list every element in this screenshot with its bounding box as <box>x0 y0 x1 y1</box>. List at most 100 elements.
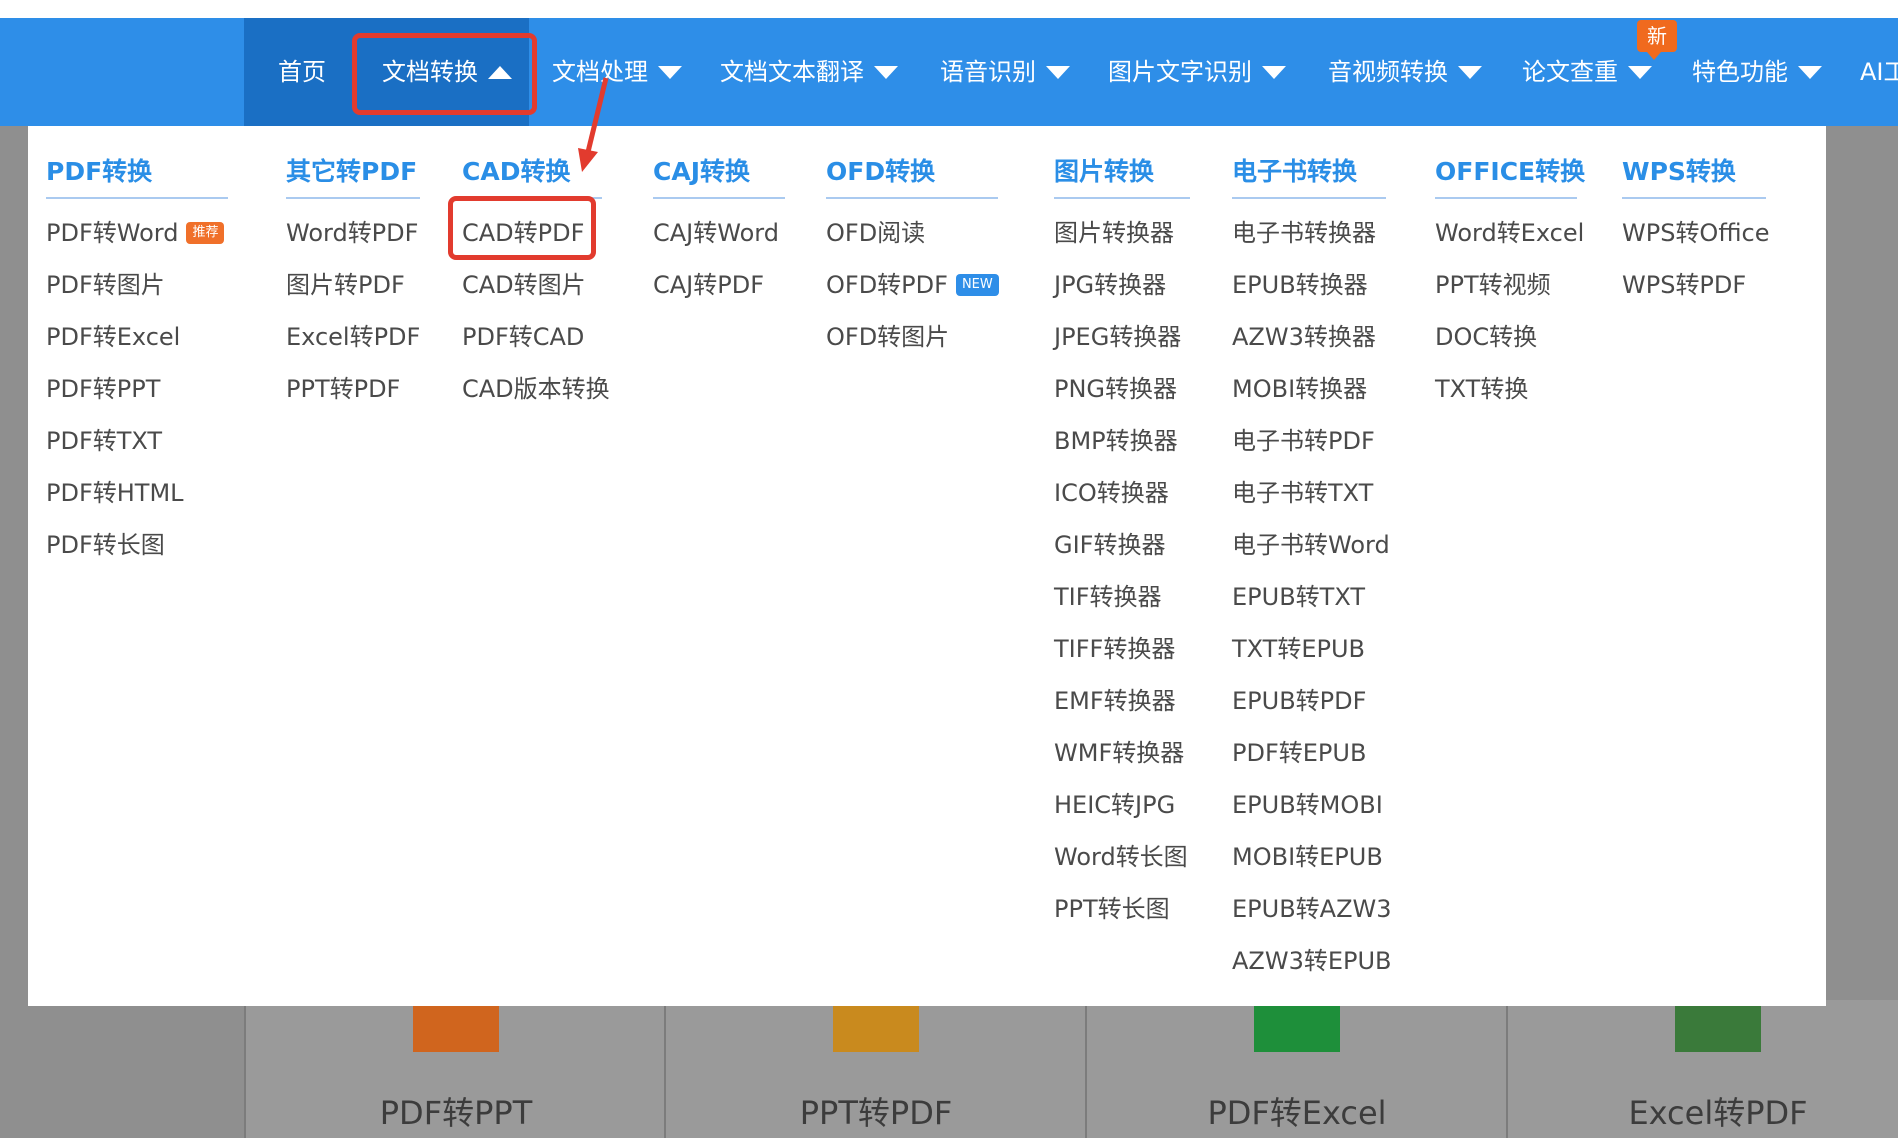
menu-item[interactable]: EPUB转AZW3 <box>1232 883 1412 935</box>
caret-down-icon <box>1046 65 1070 79</box>
menu-item[interactable]: OFD转PDF NEW <box>826 259 1026 311</box>
menu-item[interactable]: OFD阅读 <box>826 207 1026 259</box>
nav-ai-tools[interactable]: AI工 <box>1860 52 1898 92</box>
menu-item[interactable]: PPT转视频 <box>1435 259 1605 311</box>
nav-home[interactable]: 首页 <box>278 52 326 92</box>
menu-item[interactable]: Word转长图 <box>1054 831 1204 883</box>
menu-column-title: CAJ转换 <box>653 157 750 186</box>
divider <box>286 197 420 199</box>
menu-item[interactable]: PDF转TXT <box>46 415 246 467</box>
pdf-icon <box>833 1000 919 1052</box>
menu-item[interactable]: GIF转换器 <box>1054 519 1204 571</box>
menu-column-title: WPS转换 <box>1622 157 1736 186</box>
tool-card-pdf-to-ppt[interactable]: PDF转PPT <box>244 1000 666 1138</box>
menu-item[interactable]: PDF转Word 推荐 <box>46 207 246 259</box>
menu-item[interactable]: CAJ转Word <box>653 207 803 259</box>
tool-card-label: PPT转PDF <box>799 1094 953 1132</box>
menu-item[interactable]: JPEG转换器 <box>1054 311 1204 363</box>
menu-item[interactable]: WMF转换器 <box>1054 727 1204 779</box>
menu-item[interactable]: MOBI转换器 <box>1232 363 1412 415</box>
menu-column-image: 图片转换 图片转换器 JPG转换器 JPEG转换器 PNG转换器 BMP转换器 … <box>1054 126 1204 935</box>
menu-item[interactable]: EPUB转换器 <box>1232 259 1412 311</box>
menu-column-office: OFFICE转换 Word转Excel PPT转视频 DOC转换 TXT转换 <box>1435 126 1605 415</box>
menu-item[interactable]: EMF转换器 <box>1054 675 1204 727</box>
menu-item[interactable]: TXT转EPUB <box>1232 623 1412 675</box>
menu-item[interactable]: PDF转长图 <box>46 519 246 571</box>
nav-image-ocr[interactable]: 图片文字识别 <box>1108 52 1286 92</box>
menu-item[interactable]: PPT转长图 <box>1054 883 1204 935</box>
caret-down-icon <box>874 65 898 79</box>
menu-item[interactable]: PDF转PPT <box>46 363 246 415</box>
menu-item[interactable]: 图片转PDF <box>286 259 436 311</box>
menu-item[interactable]: TIF转换器 <box>1054 571 1204 623</box>
nav-label: 首页 <box>278 58 326 86</box>
nav-features[interactable]: 特色功能 <box>1692 52 1822 92</box>
divider <box>46 197 228 199</box>
menu-item[interactable]: DOC转换 <box>1435 311 1605 363</box>
menu-item[interactable]: AZW3转换器 <box>1232 311 1412 363</box>
menu-item[interactable]: CAJ转PDF <box>653 259 803 311</box>
menu-item[interactable]: JPG转换器 <box>1054 259 1204 311</box>
nav-label: 特色功能 <box>1692 58 1788 86</box>
nav-paper-check[interactable]: 论文查重 <box>1522 52 1652 92</box>
nav-doc-translate[interactable]: 文档文本翻译 <box>720 52 898 92</box>
menu-item[interactable]: PNG转换器 <box>1054 363 1204 415</box>
divider <box>1232 197 1386 199</box>
menu-item[interactable]: BMP转换器 <box>1054 415 1204 467</box>
menu-item[interactable]: PDF转HTML <box>46 467 246 519</box>
menu-item[interactable]: PPT转PDF <box>286 363 436 415</box>
tool-card-excel-to-pdf[interactable]: Excel转PDF <box>1506 1000 1898 1138</box>
menu-item[interactable]: PDF转Excel <box>46 311 246 363</box>
nav-label: 文档处理 <box>552 58 648 86</box>
menu-item[interactable]: WPS转Office <box>1622 207 1802 259</box>
menu-item[interactable]: 电子书转TXT <box>1232 467 1412 519</box>
menu-item[interactable]: CAD版本转换 <box>462 363 632 415</box>
nav-label: 图片文字识别 <box>1108 58 1252 86</box>
menu-item[interactable]: 图片转换器 <box>1054 207 1204 259</box>
menu-item[interactable]: Excel转PDF <box>286 311 436 363</box>
caret-down-icon <box>1262 65 1286 79</box>
menu-item[interactable]: AZW3转EPUB <box>1232 935 1412 987</box>
nav-label: 文档文本翻译 <box>720 58 864 86</box>
menu-item[interactable]: EPUB转MOBI <box>1232 779 1412 831</box>
nav-av-convert[interactable]: 音视频转换 <box>1328 52 1482 92</box>
divider <box>826 197 998 199</box>
menu-item[interactable]: PDF转CAD <box>462 311 632 363</box>
nav-label: 音视频转换 <box>1328 58 1448 86</box>
highlight-box-nav <box>352 33 537 115</box>
menu-item[interactable]: ICO转换器 <box>1054 467 1204 519</box>
menu-column-cad: CAD转换 CAD转PDF CAD转图片 PDF转CAD CAD版本转换 <box>462 126 632 415</box>
menu-column-ebook: 电子书转换 电子书转换器 EPUB转换器 AZW3转换器 MOBI转换器 电子书… <box>1232 126 1412 987</box>
nav-doc-process[interactable]: 文档处理 <box>552 52 682 92</box>
menu-column-wps: WPS转换 WPS转Office WPS转PDF <box>1622 126 1802 311</box>
menu-item[interactable]: PDF转EPUB <box>1232 727 1412 779</box>
caret-down-icon <box>1628 65 1652 79</box>
menu-item[interactable]: 电子书转换器 <box>1232 207 1412 259</box>
nav-label: AI工 <box>1860 58 1898 86</box>
menu-item[interactable]: HEIC转JPG <box>1054 779 1204 831</box>
divider <box>1435 197 1577 199</box>
caret-down-icon <box>1458 65 1482 79</box>
menu-column-caj: CAJ转换 CAJ转Word CAJ转PDF <box>653 126 803 311</box>
menu-item[interactable]: 电子书转Word <box>1232 519 1412 571</box>
nav-label: 论文查重 <box>1522 58 1618 86</box>
menu-item[interactable]: EPUB转PDF <box>1232 675 1412 727</box>
divider <box>1622 197 1766 199</box>
menu-column-title: PDF转换 <box>46 157 153 186</box>
tool-card-pdf-to-excel[interactable]: PDF转Excel <box>1085 1000 1507 1138</box>
menu-item[interactable]: WPS转PDF <box>1622 259 1802 311</box>
menu-item[interactable]: Word转PDF <box>286 207 436 259</box>
menu-item[interactable]: TIFF转换器 <box>1054 623 1204 675</box>
nav-speech-recognition[interactable]: 语音识别 <box>940 52 1070 92</box>
menu-item[interactable]: CAD转图片 <box>462 259 632 311</box>
menu-item[interactable]: MOBI转EPUB <box>1232 831 1412 883</box>
browser-top-strip <box>0 0 1898 18</box>
menu-item[interactable]: TXT转换 <box>1435 363 1605 415</box>
menu-item[interactable]: 电子书转PDF <box>1232 415 1412 467</box>
menu-item[interactable]: PDF转图片 <box>46 259 246 311</box>
menu-item[interactable]: OFD转图片 <box>826 311 1026 363</box>
tool-card-ppt-to-pdf[interactable]: PPT转PDF <box>664 1000 1086 1138</box>
divider <box>1054 197 1190 199</box>
menu-item[interactable]: EPUB转TXT <box>1232 571 1412 623</box>
menu-item[interactable]: Word转Excel <box>1435 207 1605 259</box>
